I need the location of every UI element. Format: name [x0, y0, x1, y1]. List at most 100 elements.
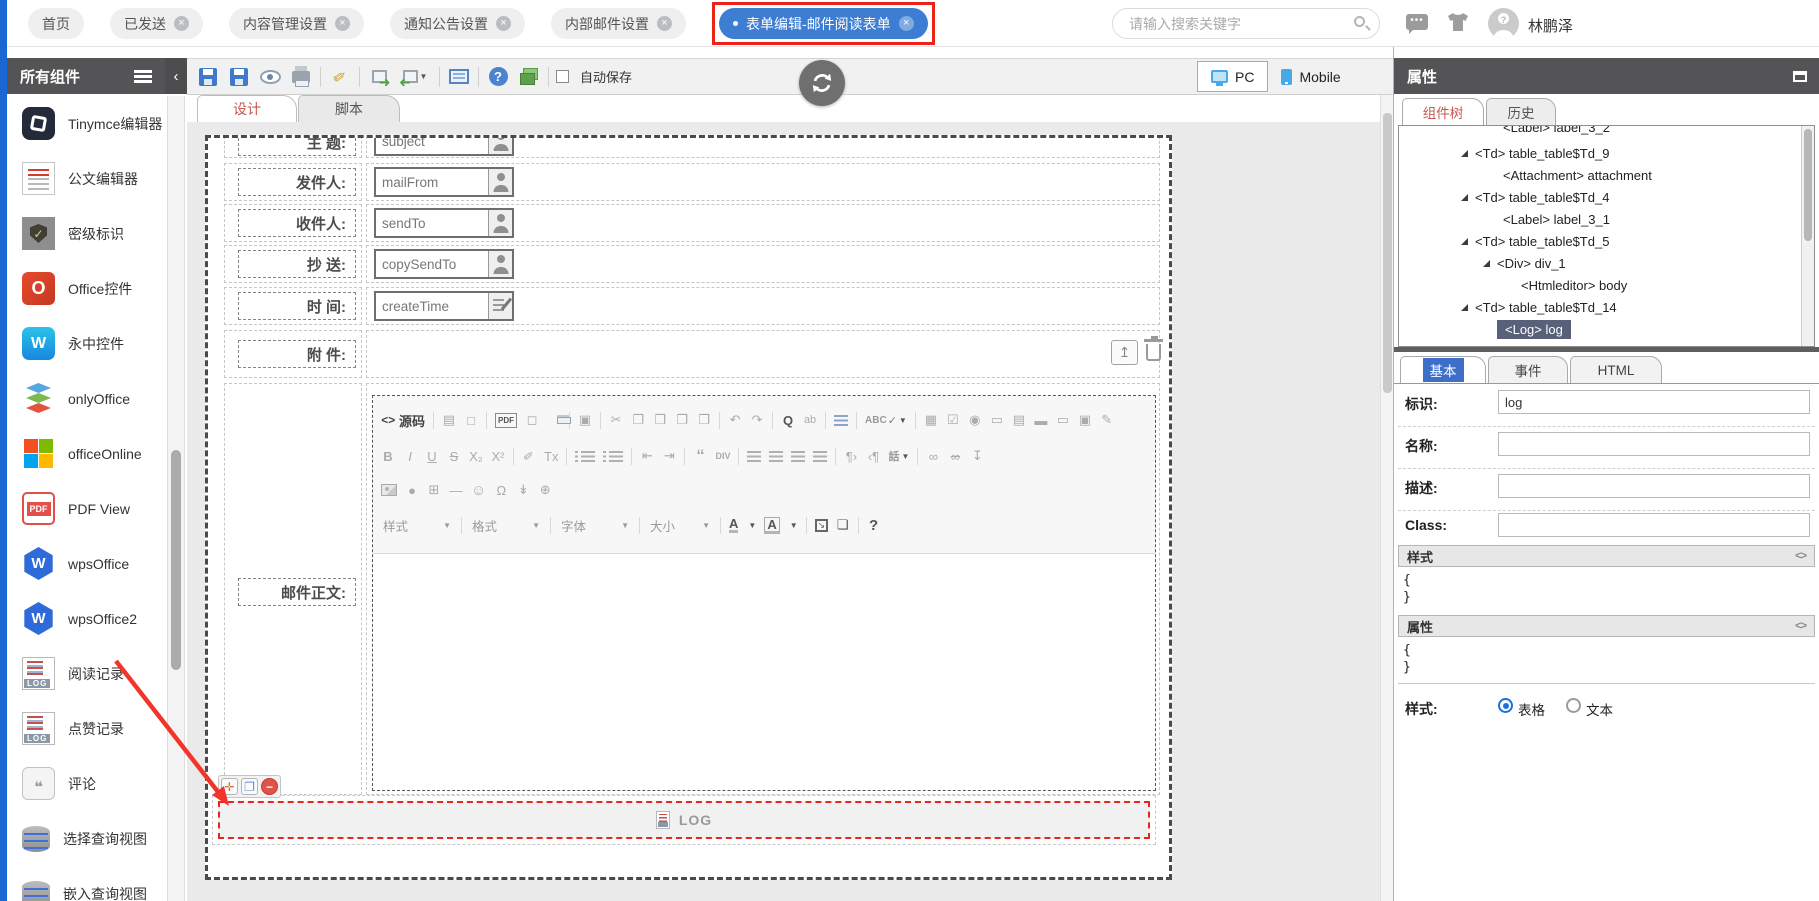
bold-icon[interactable]: B — [381, 449, 395, 464]
field-desc-input[interactable] — [1498, 474, 1810, 498]
device-pc-button[interactable]: PC — [1197, 61, 1269, 92]
editor-content-area[interactable] — [373, 554, 1155, 790]
close-icon[interactable]: × — [898, 16, 914, 31]
outdent-icon[interactable]: ⇤ — [640, 448, 654, 464]
tab-design[interactable]: 设计 — [197, 95, 297, 122]
cut-icon[interactable]: ✂ — [609, 412, 623, 428]
device-mobile-button[interactable]: Mobile — [1268, 61, 1353, 92]
show-blocks-icon[interactable]: ❏ — [836, 517, 850, 533]
import-button[interactable]: ➜ ▼ — [398, 65, 432, 90]
copysendto-label[interactable]: 抄 送: — [238, 250, 356, 278]
scrollbar-thumb[interactable] — [1804, 129, 1812, 241]
sidebar-item-doc-editor[interactable]: 公文编辑器 — [7, 151, 165, 206]
radio-icon[interactable]: ◉ — [968, 412, 982, 428]
tab-mail-settings[interactable]: 内部邮件设置 × — [551, 8, 686, 39]
tab-notice-settings[interactable]: 通知公告设置 × — [390, 8, 525, 39]
attachment-area[interactable] — [366, 330, 1160, 378]
save-button[interactable] — [196, 65, 220, 89]
find-icon[interactable]: Q — [781, 413, 795, 428]
checkbox-icon[interactable]: ☑ — [946, 412, 960, 428]
sidebar-scrollbar[interactable] — [167, 96, 185, 901]
attachment-label[interactable]: 附 件: — [238, 340, 356, 368]
new-page-icon[interactable]: □ — [464, 413, 478, 428]
styles-dropdown[interactable]: 样式 ▼ — [381, 516, 453, 535]
form-canvas[interactable]: 主 题: subject 发件人: mailFrom 收件人: sendTo 抄… — [205, 135, 1172, 880]
maximize-icon[interactable] — [814, 518, 828, 532]
tab-event[interactable]: 事件 — [1488, 356, 1568, 383]
radio-text-label[interactable]: 文本 — [1586, 699, 1613, 719]
panel-window-icon[interactable] — [1793, 70, 1807, 82]
field-class-input[interactable] — [1498, 513, 1810, 537]
tab-script[interactable]: 脚本 — [298, 95, 400, 122]
align-left-icon[interactable] — [747, 450, 762, 462]
person-picker-icon[interactable] — [488, 251, 512, 277]
special-char-icon[interactable]: Ω — [494, 483, 508, 498]
templates-icon[interactable]: ▣ — [578, 412, 592, 428]
tab-home[interactable]: 首页 — [28, 8, 84, 39]
tree-node[interactable]: <Td> table_table$Td_5 — [1461, 231, 1609, 251]
help-button[interactable]: ? — [486, 65, 510, 89]
save-as-button[interactable] — [227, 65, 251, 89]
sendto-input[interactable]: sendTo — [374, 208, 514, 238]
duplicate-icon[interactable]: ❐ — [241, 778, 258, 795]
panel-divider[interactable] — [1394, 347, 1819, 352]
sidebar-item-pdfview[interactable]: PDF PDF View — [7, 481, 165, 536]
font-dropdown[interactable]: 字体 ▼ — [559, 516, 631, 535]
username[interactable]: 林鹏泽 — [1528, 15, 1573, 36]
tree-node[interactable]: <Td> table_table$Td_14 — [1461, 297, 1617, 317]
subject-label[interactable]: 主 题: — [238, 138, 356, 156]
export-button[interactable]: ➜ — [367, 65, 391, 90]
wizard-button[interactable]: ✏ — [323, 60, 356, 93]
tab-content-settings[interactable]: 内容管理设置 × — [229, 8, 364, 39]
unlink-icon[interactable]: ∞ — [948, 449, 962, 464]
sidebar-item-wpsoffice[interactable]: wpsOffice — [7, 536, 165, 591]
sidebar-item-like-log[interactable]: LOG 点赞记录 — [7, 701, 165, 756]
tree-node[interactable]: <Attachment> attachment — [1503, 165, 1652, 185]
tree-node-selected[interactable]: <Log> log — [1497, 319, 1571, 339]
spell-check-icon[interactable]: ABC ✓ ▼ — [865, 414, 907, 427]
menu-icon[interactable] — [134, 69, 152, 83]
print-button[interactable] — [289, 65, 313, 89]
tree-node[interactable]: <Label> label_3_1 — [1503, 209, 1610, 229]
theme-button[interactable] — [517, 65, 541, 89]
sidebar-item-select-query[interactable]: 选择查询视图 — [7, 811, 165, 866]
horizontal-rule-icon[interactable]: — — [449, 483, 463, 498]
align-center-icon[interactable] — [769, 450, 784, 462]
sidebar-item-office[interactable]: Office控件 — [7, 261, 165, 316]
select-all-icon[interactable] — [834, 414, 849, 426]
mailfrom-input[interactable]: mailFrom — [374, 167, 514, 197]
field-name-input[interactable] — [1498, 432, 1810, 456]
undo-icon[interactable]: ↶ — [728, 412, 742, 428]
about-button[interactable]: ? — [867, 517, 881, 534]
sidebar-collapse-button[interactable]: ‹ — [165, 58, 187, 94]
radio-text[interactable] — [1566, 698, 1581, 713]
iframe-icon[interactable]: ⊕ — [538, 482, 552, 498]
scrollbar-thumb[interactable] — [171, 450, 181, 670]
code-icon[interactable]: <> — [1795, 550, 1807, 562]
sidebar-item-officeonline[interactable]: officeOnline — [7, 426, 165, 481]
text-color-button[interactable]: A — [729, 517, 739, 533]
form-edit-icon[interactable] — [488, 293, 512, 319]
tab-sent[interactable]: 已发送 × — [110, 8, 203, 39]
page-break-icon[interactable]: ↡ — [516, 482, 530, 498]
theme-shirt-icon[interactable] — [1447, 12, 1469, 32]
tree-node[interactable]: <Td> table_table$Td_4 — [1461, 187, 1609, 207]
style-section-header[interactable]: 样式 <> — [1398, 545, 1815, 567]
strikethrough-icon[interactable]: S — [447, 449, 461, 464]
copy-format-icon[interactable]: ✏ — [518, 445, 539, 466]
sidebar-item-tinymce[interactable]: Tinymce编辑器 — [7, 96, 165, 151]
close-icon[interactable]: × — [496, 16, 511, 31]
expand-icon[interactable] — [1461, 149, 1468, 157]
anchor-icon[interactable]: ↧ — [970, 448, 984, 464]
expand-icon[interactable] — [1461, 237, 1468, 245]
image-icon[interactable] — [381, 484, 397, 496]
bg-color-button[interactable]: A — [764, 516, 780, 534]
underline-icon[interactable]: U — [425, 449, 439, 464]
tree-node[interactable]: <Div> div_1 — [1483, 253, 1566, 273]
preview-icon[interactable]: ◻ — [525, 412, 539, 428]
code-icon[interactable]: <> — [1795, 620, 1807, 632]
textarea-icon[interactable]: ▤ — [1012, 412, 1026, 428]
mailfrom-label[interactable]: 发件人: — [238, 168, 356, 196]
blockquote-icon[interactable]: “ — [693, 446, 707, 466]
paste-text-icon[interactable]: ❒ — [675, 412, 689, 428]
